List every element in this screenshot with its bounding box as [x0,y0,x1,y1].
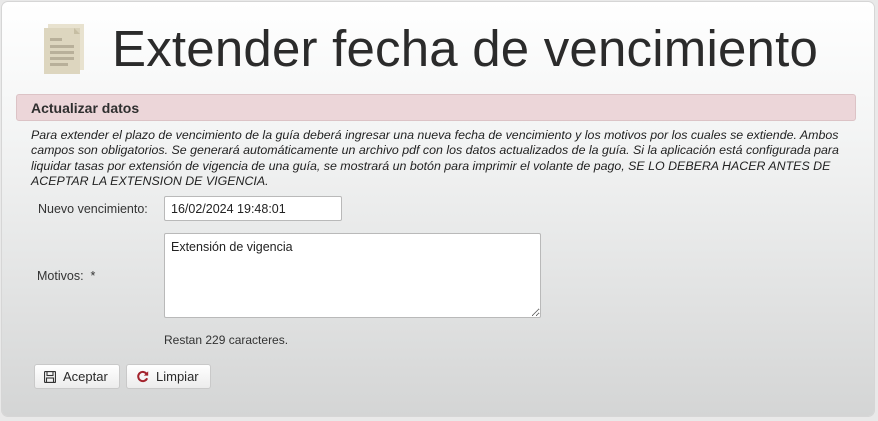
document-icon [40,20,92,78]
motivos-label: Motivos: * [37,269,96,283]
instructions-text: Para extender el plazo de vencimiento de… [31,128,839,189]
accept-button[interactable]: Aceptar [34,364,120,389]
save-icon [44,370,56,383]
clear-button[interactable]: Limpiar [126,364,211,389]
remaining-characters-text: Restan 229 caracteres. [164,333,289,347]
accept-button-label: Aceptar [63,369,108,384]
page-title: Extender fecha de vencimiento [112,20,819,77]
nuevo-vencimiento-label: Nuevo vencimiento: [38,202,148,216]
refresh-icon [136,370,149,383]
clear-button-label: Limpiar [156,369,199,384]
nuevo-vencimiento-input[interactable] [164,196,342,221]
section-header: Actualizar datos [16,94,856,121]
section-title: Actualizar datos [31,100,140,116]
motivos-textarea[interactable]: Extensión de vigencia [164,233,541,318]
